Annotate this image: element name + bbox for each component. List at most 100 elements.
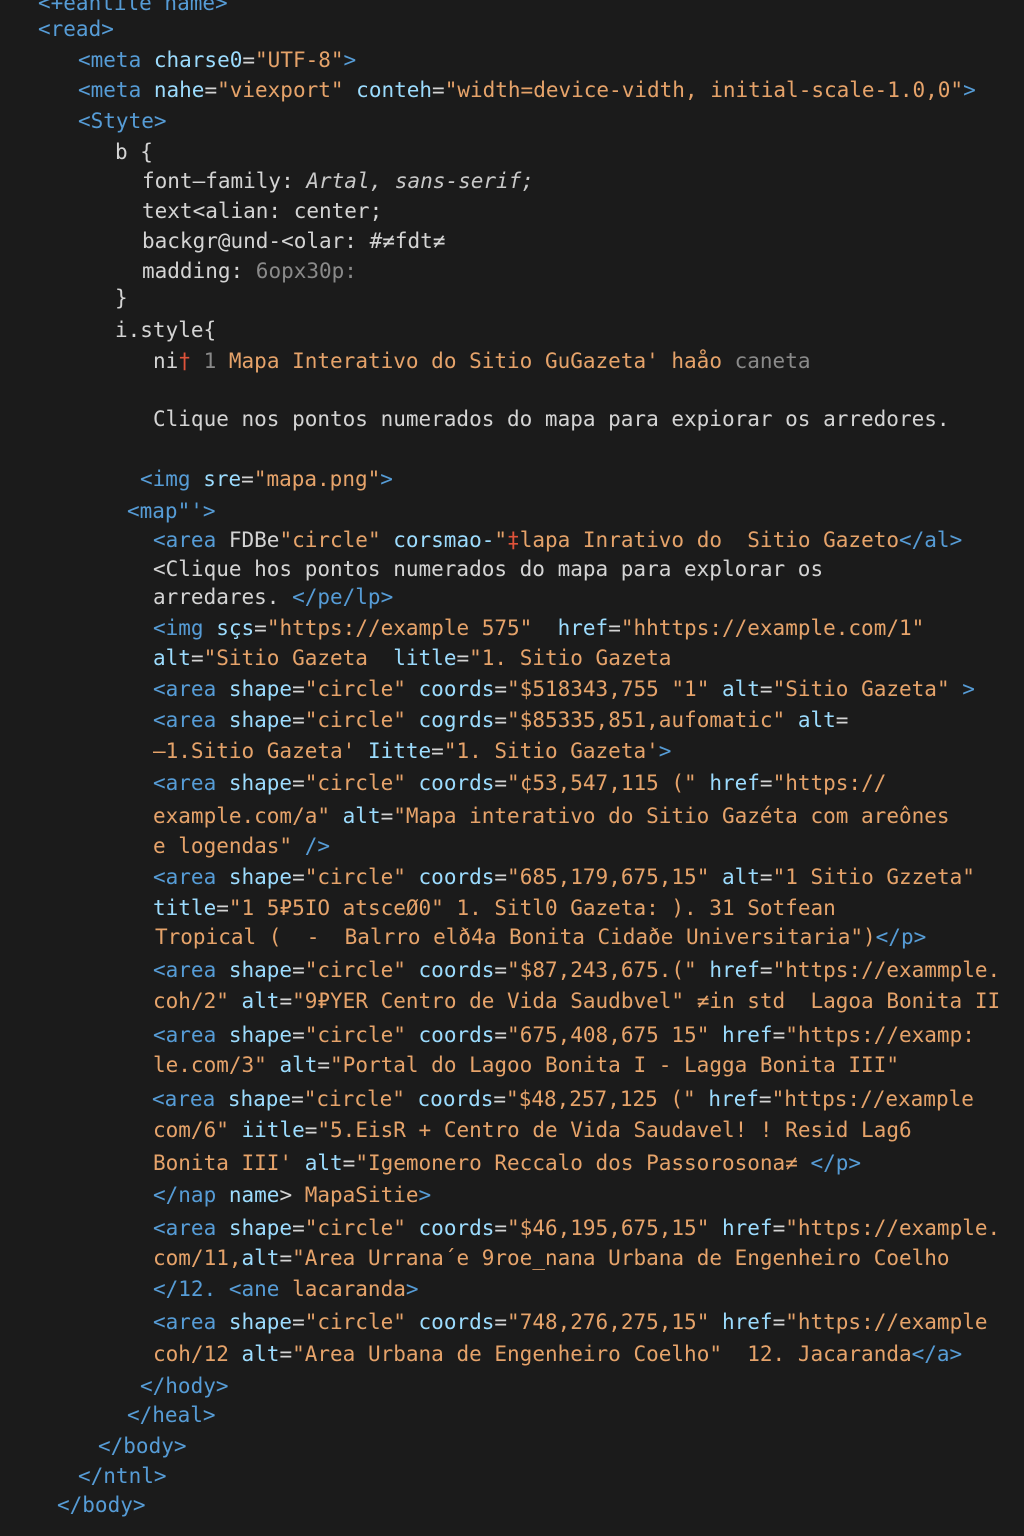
code-line[interactable]: <area shape="circle" coords="685,179,675… (153, 862, 975, 892)
code-line[interactable]: <area shape="circle" coords="$518343,755… (153, 674, 975, 704)
code-line[interactable]: <area shape="circle" coords="$87,243,675… (153, 955, 1000, 985)
code-token: coh/12 (153, 1342, 242, 1366)
code-line[interactable]: <area shape="circle" coords="$46,195,675… (153, 1213, 1000, 1243)
code-token: = (494, 958, 508, 982)
code-token: sre (203, 467, 242, 491)
code-token: } (115, 286, 128, 310)
code-line[interactable]: le.com/3" alt="Portal do Lagoo Bonita I … (153, 1050, 899, 1080)
code-line[interactable]: e logendas" /> (153, 831, 330, 861)
code-token: <map"'> (127, 499, 216, 523)
code-token: = (292, 1023, 305, 1047)
code-token: alt (153, 646, 191, 670)
code-line[interactable]: <map"'> (127, 496, 216, 526)
code-token: le.com/3" (153, 1053, 280, 1077)
code-token: nahe (153, 78, 205, 102)
code-token: "Area Urbana de Engenheiro Coelho" 12. J… (292, 1342, 912, 1366)
code-token: shape (228, 677, 293, 701)
code-line[interactable]: </body> (57, 1490, 146, 1520)
code-line[interactable]: <area FDBe"circle" corsmao-"‡lapa Inrati… (153, 525, 962, 555)
code-line[interactable]: Tropical ( - Balrro elð4a Bonita Cidaðe … (155, 922, 926, 952)
code-line[interactable]: Clique nos pontos numerados do mapa para… (153, 404, 950, 434)
code-line[interactable]: <area shape="circle" cogrds="$85335,851,… (153, 705, 848, 735)
code-line[interactable]: i.style{ (115, 315, 216, 345)
code-line[interactable]: } (115, 283, 128, 313)
code-token: "Igemonero Reccalo dos Passorosona≠ (355, 1151, 811, 1175)
code-line[interactable]: coh/2" alt="9₽YER Centro de Vida Saudbve… (153, 986, 1000, 1016)
code-line[interactable]: </ntnl> (78, 1461, 167, 1491)
code-line[interactable]: </hody> (140, 1371, 229, 1401)
code-token: </a> (911, 1342, 963, 1366)
code-token: <area (153, 865, 229, 889)
code-token: coords (418, 771, 495, 795)
code-line[interactable]: –1.Sitio Gazeta' Iitte="1. Sitio Gazeta'… (153, 736, 671, 766)
code-token: litle (393, 646, 457, 670)
code-token: </heal> (127, 1403, 216, 1427)
code-line[interactable]: </12. <ane lacaranda> (153, 1274, 419, 1304)
code-token: = (494, 771, 508, 795)
code-line[interactable]: </heal> (127, 1400, 216, 1430)
code-line[interactable]: <area shape="circle" coords="$48,257,125… (152, 1084, 974, 1114)
code-token: = (279, 1246, 293, 1270)
code-token: </nap (153, 1183, 229, 1207)
code-token: = (279, 989, 293, 1013)
code-line[interactable]: <area shape="circle" coords="748,276,275… (153, 1307, 988, 1337)
code-token: > (963, 78, 976, 102)
code-line[interactable]: backgr@und-<olar: #≠fdt≠ (142, 226, 445, 256)
code-token: <+eantile name> (38, 0, 228, 15)
code-line[interactable]: com/11,alt="Area Urrana´e 9roe_nana Urba… (153, 1243, 950, 1273)
code-token: = (304, 1118, 318, 1142)
code-token: = (432, 78, 445, 102)
code-token: = (456, 646, 470, 670)
code-line[interactable]: </body> (98, 1431, 187, 1461)
code-line[interactable]: arredares. </pe/lp> (153, 582, 393, 612)
code-token: <area (153, 771, 229, 795)
code-line[interactable]: ni† 1 Mapa Interativo do Sitio GuGazeta'… (153, 346, 810, 376)
code-token: "685,179,675,15" (507, 865, 722, 889)
code-line[interactable]: <Styte> (78, 106, 167, 136)
code-token: "width=device-vidth, initial-scale-1.0,0… (444, 78, 964, 102)
code-token: </body> (57, 1493, 146, 1517)
code-token: <area (153, 528, 229, 552)
code-token: "https://examp: (785, 1023, 975, 1047)
code-token: "Portal do Lagoo Bonita I - Lagga Bonita… (330, 1053, 899, 1077)
code-line[interactable]: <area shape="circle" coords="¢53,547,115… (153, 768, 886, 798)
code-token: backgr@und-<olar: #≠fdt≠ (142, 229, 446, 253)
code-line[interactable]: <meta nahe="viexport" conteh="width=devi… (78, 75, 976, 105)
code-token: alt (241, 989, 280, 1013)
code-line[interactable]: madding: 6opx30p: (142, 256, 357, 286)
code-token: font—family: (142, 169, 307, 193)
code-line[interactable]: <img sre="mapa.png"> (140, 464, 393, 494)
code-token: Clique nos pontos numerados do mapa para… (153, 407, 950, 431)
code-token: "UTF-8" (255, 48, 344, 72)
code-token: = (317, 1053, 331, 1077)
code-token: href (557, 616, 609, 640)
code-line[interactable]: example.com/a" alt="Mapa interativo do S… (153, 801, 950, 831)
code-token: = (279, 1342, 293, 1366)
code-token: "¢53,547,115 (" (507, 771, 710, 795)
code-token: text<alian: center; (142, 199, 383, 223)
code-token: coh/2" (153, 989, 242, 1013)
code-line[interactable]: <area shape="circle" coords="675,408,675… (153, 1020, 975, 1050)
code-line[interactable]: title="1 5₽5IO atsceØ0" 1. Sitl0 Gazeta:… (153, 893, 836, 923)
code-line[interactable]: com/6" iitle="5.EisR + Centro de Vida Sa… (153, 1115, 912, 1145)
code-token: "https://example (785, 1310, 988, 1334)
code-token: = (242, 48, 256, 72)
code-token: 6opx30p: (255, 259, 357, 283)
code-token: "https:// (772, 771, 887, 795)
code-line[interactable]: Bonita III' alt="Igemonero Reccalo dos P… (153, 1148, 861, 1178)
code-token: example.com/a" (153, 804, 343, 828)
code-token: alt (721, 677, 760, 701)
code-token: Artal, sans-serif; (306, 169, 534, 193)
code-editor[interactable]: <+eantile name> <read> <meta charse0="UTF-… (0, 0, 1024, 1536)
code-line[interactable]: <img sçs="https://example 575" href="hht… (153, 613, 924, 643)
code-line[interactable]: <meta charse0="UTF-8"> (78, 45, 356, 75)
code-line[interactable]: <read> (38, 14, 114, 44)
code-line[interactable]: </nap name> MapaSitie> (153, 1180, 431, 1210)
code-token: coords (418, 1310, 495, 1334)
code-line[interactable]: <Clique hos pontos numerados do mapa par… (153, 554, 823, 584)
code-line[interactable]: text<alian: center; (142, 196, 382, 226)
code-line[interactable]: alt="Sitio Gazeta litle="1. Sitio Gazeta (153, 643, 671, 673)
code-line[interactable]: coh/12 alt="Area Urbana de Engenheiro Co… (153, 1339, 962, 1369)
code-line[interactable]: font—family: Artal, sans-serif; (142, 166, 534, 196)
code-line[interactable]: b { (115, 137, 153, 167)
